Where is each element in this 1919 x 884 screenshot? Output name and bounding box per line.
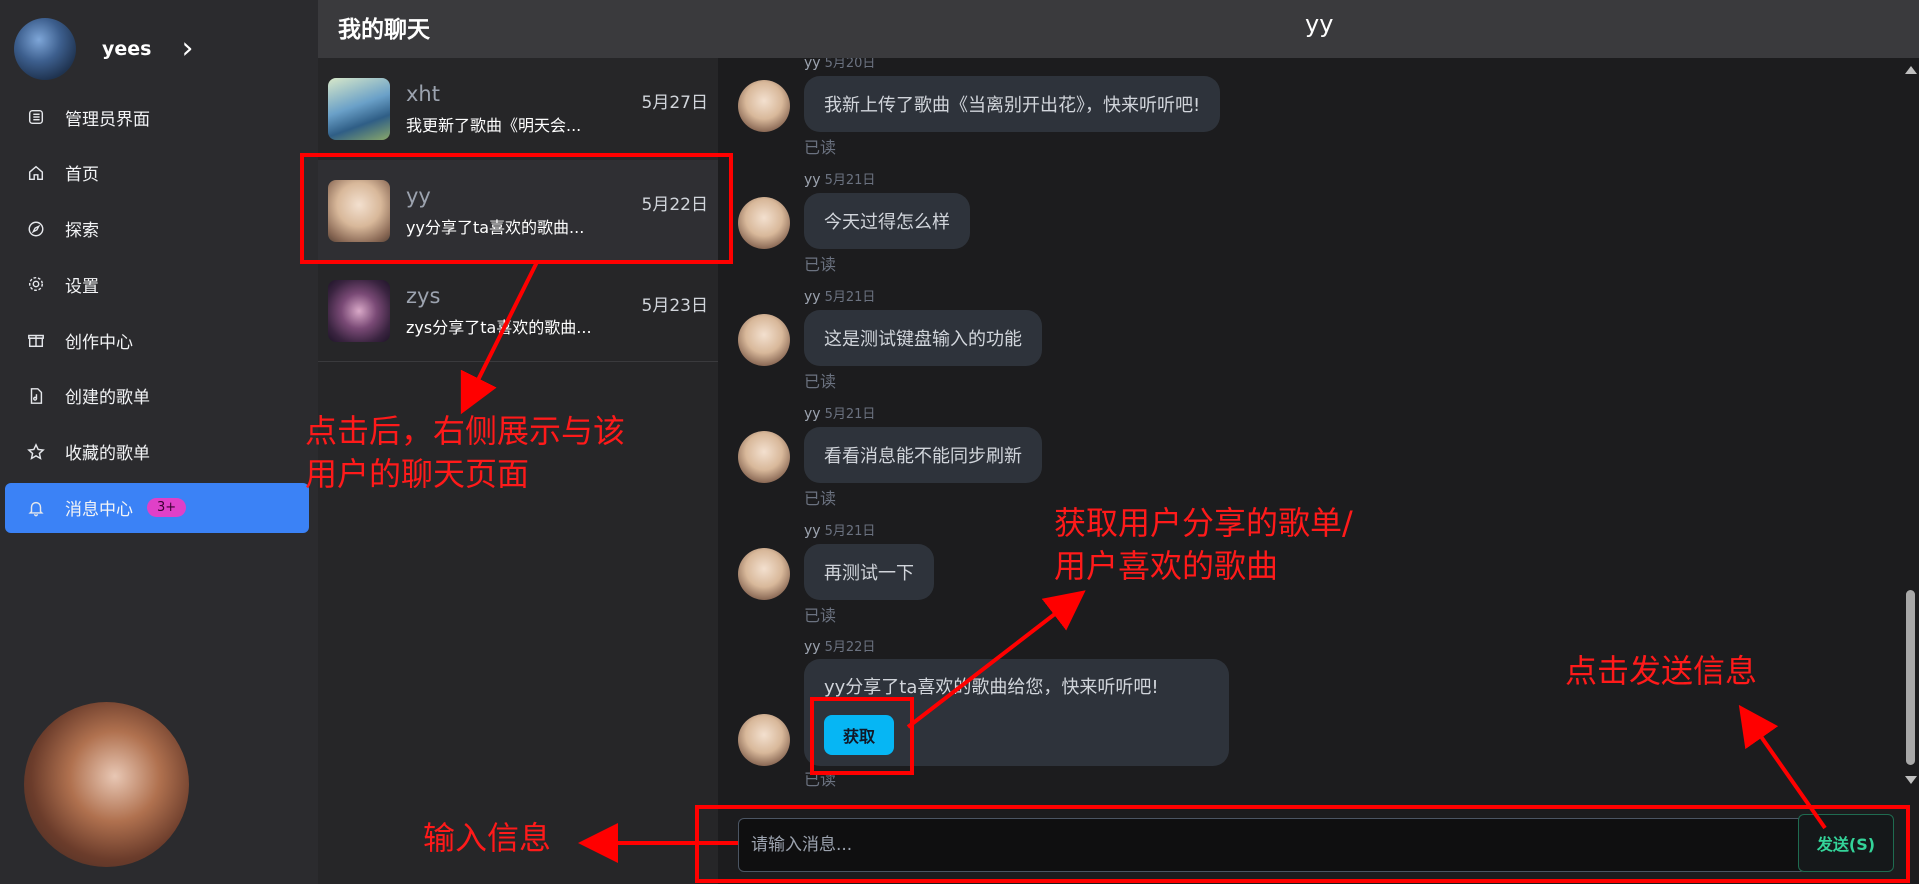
message-avatar bbox=[738, 548, 790, 600]
chat-preview: 我更新了歌曲《明天会... bbox=[406, 115, 582, 135]
message-meta: yy 5月21日 bbox=[804, 289, 876, 305]
chat-peer-name: yy bbox=[1305, 10, 1334, 38]
read-status: 已读 bbox=[804, 489, 837, 508]
annotation-line: 获取用户分享的歌单/ bbox=[1054, 504, 1353, 542]
unread-badge: 3+ bbox=[147, 498, 187, 518]
gear-icon bbox=[25, 273, 47, 295]
chat-avatar bbox=[328, 77, 390, 140]
chat-list-item[interactable]: zys zys分享了ta喜欢的歌曲... 5月23日 bbox=[318, 261, 718, 362]
message-meta: yy 5月20日 bbox=[804, 58, 876, 71]
annotation-input-msg: 输入信息 bbox=[423, 819, 552, 857]
chevron-right-icon[interactable]: › bbox=[181, 34, 193, 64]
annotation-get-share: 获取用户分享的歌单/ 用户喜欢的歌曲 bbox=[1054, 502, 1353, 588]
sidebar-item-label: 创作中心 bbox=[65, 332, 133, 353]
message-bubble: 这是测试键盘输入的功能 bbox=[804, 310, 1042, 366]
scroll-down-arrow-icon[interactable] bbox=[1905, 776, 1917, 784]
sidebar-item-label: 管理员界面 bbox=[65, 109, 150, 130]
annotation-line: 用户喜欢的歌曲 bbox=[1054, 547, 1279, 586]
read-status: 已读 bbox=[804, 606, 837, 625]
chat-list-item[interactable]: xht 我更新了歌曲《明天会... 5月27日 bbox=[318, 58, 718, 159]
share-message-text: yy分享了ta喜欢的歌曲给您，快来听听吧! bbox=[824, 677, 1159, 698]
sidebar-item-created-playlists[interactable]: 创建的歌单 bbox=[5, 371, 309, 421]
chat-name: zys bbox=[406, 284, 441, 308]
annotation-click-send: 点击发送信息 bbox=[1565, 652, 1758, 690]
chat-date: 5月27日 bbox=[641, 93, 708, 113]
sidebar-nav: 管理员界面 首页 探索 设置 创作中心 创建的歌单 收藏的歌单 消息中心 3+ bbox=[5, 92, 309, 538]
sidebar-item-label: 创建的歌单 bbox=[65, 388, 150, 409]
sidebar-item-explore[interactable]: 探索 bbox=[5, 204, 309, 254]
annotation-line: 点击后，右侧展示与该 bbox=[305, 412, 626, 450]
sidebar-item-messages[interactable]: 消息中心 3+ bbox=[5, 482, 309, 533]
scroll-up-arrow-icon[interactable] bbox=[1905, 66, 1917, 74]
chat-avatar bbox=[328, 280, 390, 342]
sidebar-item-admin[interactable]: 管理员界面 bbox=[5, 92, 309, 142]
chat-name: xht bbox=[406, 81, 440, 106]
user-avatar[interactable] bbox=[14, 18, 76, 80]
read-status: 已读 bbox=[804, 255, 837, 274]
message-meta: yy 5月21日 bbox=[804, 523, 876, 539]
message-avatar bbox=[738, 80, 790, 132]
sidebar-item-label: 首页 bbox=[65, 165, 99, 186]
username: yees bbox=[102, 38, 152, 60]
profile-photo bbox=[24, 702, 189, 867]
annotation-box-chat-item bbox=[300, 153, 733, 264]
bell-icon bbox=[25, 497, 47, 519]
scroll-thumb[interactable] bbox=[1906, 590, 1915, 765]
message-bubble: 看看消息能不能同步刷新 bbox=[804, 427, 1042, 483]
sidebar: yees › 管理员界面 首页 探索 设置 创作中心 创建的歌单 收藏的歌单 消… bbox=[0, 0, 318, 884]
sidebar-item-creator[interactable]: 创作中心 bbox=[5, 315, 309, 365]
user-profile-row[interactable]: yees › bbox=[14, 18, 304, 80]
read-status: 已读 bbox=[804, 372, 837, 391]
message-avatar bbox=[738, 314, 790, 366]
header-bar bbox=[318, 0, 1919, 58]
sidebar-item-home[interactable]: 首页 bbox=[5, 148, 309, 198]
annotation-click-chat: 点击后，右侧展示与该 用户的聊天页面 bbox=[305, 410, 625, 496]
home-icon bbox=[25, 162, 47, 184]
message-meta: yy 5月22日 bbox=[804, 639, 876, 655]
sidebar-item-label: 收藏的歌单 bbox=[65, 444, 150, 465]
page-title: 我的聊天 bbox=[338, 17, 430, 43]
message-bubble: 我新上传了歌曲《当离别开出花》，快来听听吧! bbox=[804, 76, 1221, 132]
message-bubble: 再测试一下 bbox=[804, 544, 934, 600]
message-avatar bbox=[738, 197, 790, 249]
sidebar-item-label: 探索 bbox=[65, 221, 99, 242]
compass-icon bbox=[25, 218, 47, 240]
annotation-box-get-button bbox=[810, 697, 914, 775]
sidebar-item-label: 消息中心 bbox=[65, 500, 133, 521]
annotation-box-input-bar bbox=[695, 805, 1910, 883]
read-status: 已读 bbox=[804, 138, 837, 157]
chat-date: 5月23日 bbox=[641, 296, 708, 316]
message-avatar bbox=[738, 431, 790, 483]
sidebar-item-label: 设置 bbox=[65, 276, 99, 297]
annotation-line: 用户的聊天页面 bbox=[305, 455, 530, 494]
gift-icon bbox=[25, 329, 47, 351]
message-meta: yy 5月21日 bbox=[804, 172, 876, 188]
message-bubble: 今天过得怎么样 bbox=[804, 193, 970, 249]
message-avatar bbox=[738, 714, 790, 766]
sidebar-item-favorite-playlists[interactable]: 收藏的歌单 bbox=[5, 427, 309, 477]
music-file-icon bbox=[25, 385, 47, 407]
chat-scrollbar[interactable] bbox=[1902, 58, 1919, 800]
admin-list-icon bbox=[25, 106, 47, 128]
chat-preview: zys分享了ta喜欢的歌曲... bbox=[406, 318, 592, 337]
star-icon bbox=[25, 441, 47, 463]
message-meta: yy 5月21日 bbox=[804, 406, 876, 422]
sidebar-item-settings[interactable]: 设置 bbox=[5, 259, 309, 309]
